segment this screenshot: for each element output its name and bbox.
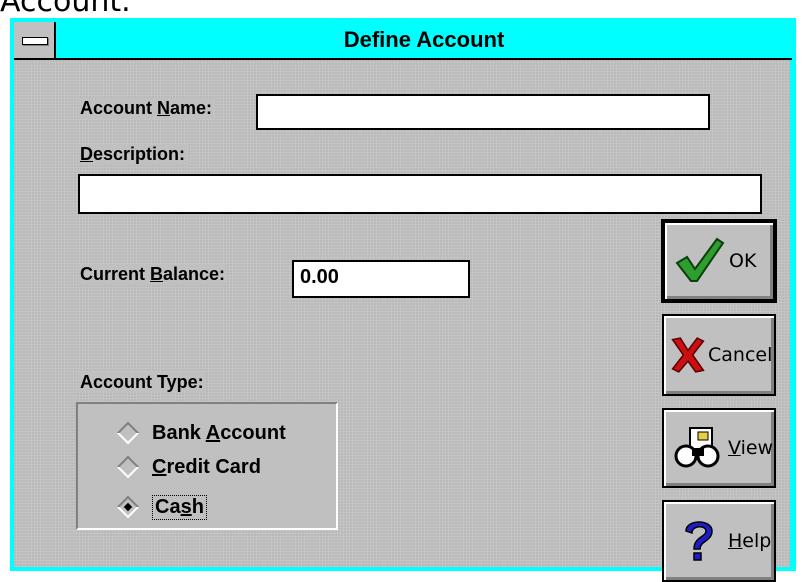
radio-bank-account[interactable]: Bank Account [116,418,286,448]
radio-label: Credit Card [152,455,261,478]
account-name-label: Account Name: [78,98,215,119]
help-label: Help [728,530,772,552]
system-menu-icon [22,37,48,45]
view-label: View [728,437,774,459]
radio-label: Bank Account [152,421,286,444]
x-mark-icon [671,337,705,373]
binoculars-icon [674,427,720,468]
radio-credit-card[interactable]: Credit Card [116,452,261,482]
ok-label: OK [729,250,757,272]
description-label: Description: [78,144,188,165]
radio-diamond-icon [116,421,140,445]
cancel-button[interactable]: Cancel [662,314,776,396]
checkmark-icon [675,237,725,282]
dialog-title: Define Account [343,27,505,52]
description-input[interactable] [78,174,762,214]
radio-diamond-icon [116,455,140,479]
question-mark-icon [685,521,713,561]
top-caption: Account. [0,0,131,19]
cancel-label: Cancel [708,344,773,366]
ok-button[interactable]: OK [662,220,776,302]
radio-label: Cash [152,494,207,520]
account-name-input[interactable] [256,94,710,130]
dialog-client-area: Account Name: Description: Current Balan… [14,60,790,582]
radio-cash[interactable]: Cash [116,492,207,522]
system-menu-button[interactable] [14,22,56,58]
account-type-group: Bank Account Credit Card Cash [76,402,338,530]
current-balance-input[interactable]: 0.00 [292,260,470,298]
radio-diamond-checked-icon [116,495,140,519]
account-type-label: Account Type: [78,372,206,393]
title-bar: Define Account [14,22,792,60]
current-balance-label: Current Balance: [78,264,228,285]
define-account-dialog: Define Account Account Name: Description… [10,18,796,582]
help-button[interactable]: Help [662,500,776,582]
view-button[interactable]: View [662,408,776,488]
